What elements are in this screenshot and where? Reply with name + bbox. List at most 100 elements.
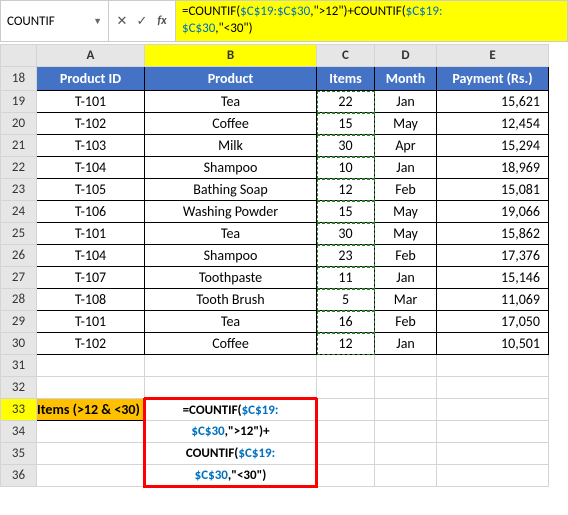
cell-payment[interactable]: 10,501	[437, 333, 549, 355]
cell[interactable]	[145, 355, 317, 377]
cell-items[interactable]: 5	[317, 289, 375, 311]
cell-month[interactable]: Feb	[375, 179, 437, 201]
cell-productid[interactable]: T-102	[37, 333, 145, 355]
row-header[interactable]: 23	[1, 179, 37, 201]
cell[interactable]	[437, 399, 549, 421]
row-header[interactable]: 35	[1, 443, 37, 465]
cell-productid[interactable]: T-106	[37, 201, 145, 223]
enter-icon[interactable]: ✓	[133, 14, 151, 29]
cell[interactable]	[145, 377, 317, 399]
cell[interactable]	[317, 443, 375, 465]
cell-month[interactable]: Jan	[375, 267, 437, 289]
cell-items[interactable]: 22	[317, 91, 375, 113]
cell[interactable]	[317, 421, 375, 443]
cell[interactable]	[437, 465, 549, 487]
cell-month[interactable]: Jan	[375, 91, 437, 113]
cell-product[interactable]: Bathing Soap	[145, 179, 317, 201]
row-header[interactable]: 29	[1, 311, 37, 333]
row-header[interactable]: 34	[1, 421, 37, 443]
cell-product[interactable]: Washing Powder	[145, 201, 317, 223]
row-header[interactable]: 28	[1, 289, 37, 311]
row-header[interactable]: 30	[1, 333, 37, 355]
cell[interactable]	[317, 355, 375, 377]
cell-month[interactable]: May	[375, 113, 437, 135]
formula-display-cell[interactable]: COUNTIF($C$19:	[145, 443, 317, 465]
cell-payment[interactable]: 15,862	[437, 223, 549, 245]
cell-product[interactable]: Coffee	[145, 333, 317, 355]
row-header[interactable]: 36	[1, 465, 37, 487]
cell-items[interactable]: 16	[317, 311, 375, 333]
cell-month[interactable]: Feb	[375, 245, 437, 267]
cell[interactable]	[375, 355, 437, 377]
cell-payment[interactable]: 11,069	[437, 289, 549, 311]
formula-display-cell[interactable]: $C$30,"<30")	[145, 465, 317, 487]
cell-month[interactable]: Jan	[375, 157, 437, 179]
cell-items[interactable]: 12	[317, 179, 375, 201]
cell-productid[interactable]: T-104	[37, 157, 145, 179]
cell-payment[interactable]: 15,621	[437, 91, 549, 113]
cell[interactable]	[437, 421, 549, 443]
cell-month[interactable]: Feb	[375, 311, 437, 333]
cell-productid[interactable]: T-101	[37, 223, 145, 245]
cell-month[interactable]: Jan	[375, 333, 437, 355]
cell-product[interactable]: Shampoo	[145, 157, 317, 179]
row-header[interactable]: 26	[1, 245, 37, 267]
cell[interactable]	[375, 399, 437, 421]
row-header[interactable]: 25	[1, 223, 37, 245]
cell-items[interactable]: 15	[317, 201, 375, 223]
cell-month[interactable]: Mar	[375, 289, 437, 311]
cell[interactable]	[375, 465, 437, 487]
cell-product[interactable]: Tea	[145, 91, 317, 113]
cell[interactable]	[375, 421, 437, 443]
cell-payment[interactable]: 19,066	[437, 201, 549, 223]
cell-product[interactable]: Tea	[145, 223, 317, 245]
cell[interactable]	[317, 399, 375, 421]
cell-month[interactable]: Apr	[375, 135, 437, 157]
cell-payment[interactable]: 15,081	[437, 179, 549, 201]
cell-month[interactable]: May	[375, 223, 437, 245]
col-header-C[interactable]: C	[317, 45, 375, 67]
cell-productid[interactable]: T-101	[37, 311, 145, 333]
formula-display-cell[interactable]: $C$30,">12")+	[145, 421, 317, 443]
cell-productid[interactable]: T-105	[37, 179, 145, 201]
cell-product[interactable]: Coffee	[145, 113, 317, 135]
header-payment[interactable]: Payment (Rs.)	[437, 67, 549, 91]
cell[interactable]	[37, 421, 145, 443]
cell[interactable]	[437, 443, 549, 465]
row-header[interactable]: 19	[1, 91, 37, 113]
cell-items[interactable]: 23	[317, 245, 375, 267]
cell-month[interactable]: May	[375, 201, 437, 223]
cell[interactable]	[437, 355, 549, 377]
name-box-dropdown-icon[interactable]: ▼	[93, 16, 102, 27]
cell[interactable]	[375, 443, 437, 465]
header-product[interactable]: Product	[145, 67, 317, 91]
cell[interactable]	[37, 465, 145, 487]
cell-product[interactable]: Toothpaste	[145, 267, 317, 289]
cell-items[interactable]: 15	[317, 113, 375, 135]
row-header[interactable]: 20	[1, 113, 37, 135]
row-header[interactable]: 21	[1, 135, 37, 157]
formula-display-cell[interactable]: =COUNTIF($C$19:	[145, 399, 317, 421]
col-header-E[interactable]: E	[437, 45, 549, 67]
formula-input[interactable]: =COUNTIF($C$19:$C$30,">12")+COUNTIF($C$1…	[176, 1, 567, 41]
cell-items[interactable]: 11	[317, 267, 375, 289]
cell-payment[interactable]: 18,969	[437, 157, 549, 179]
select-all-corner[interactable]	[1, 45, 37, 67]
cell-payment[interactable]: 15,146	[437, 267, 549, 289]
row-header[interactable]: 32	[1, 377, 37, 399]
row-header[interactable]: 24	[1, 201, 37, 223]
cell-productid[interactable]: T-102	[37, 113, 145, 135]
cell-productid[interactable]: T-103	[37, 135, 145, 157]
row-header[interactable]: 27	[1, 267, 37, 289]
cell-product[interactable]: Tea	[145, 311, 317, 333]
cell-payment[interactable]: 15,294	[437, 135, 549, 157]
cell-product[interactable]: Milk	[145, 135, 317, 157]
cell-product[interactable]: Shampoo	[145, 245, 317, 267]
name-box[interactable]: COUNTIF ▼	[1, 1, 109, 41]
cancel-icon[interactable]: ✕	[113, 14, 131, 29]
col-header-A[interactable]: A	[37, 45, 145, 67]
cell[interactable]	[37, 377, 145, 399]
cell-productid[interactable]: T-101	[37, 91, 145, 113]
cell-product[interactable]: Tooth Brush	[145, 289, 317, 311]
cell-items[interactable]: 30	[317, 223, 375, 245]
